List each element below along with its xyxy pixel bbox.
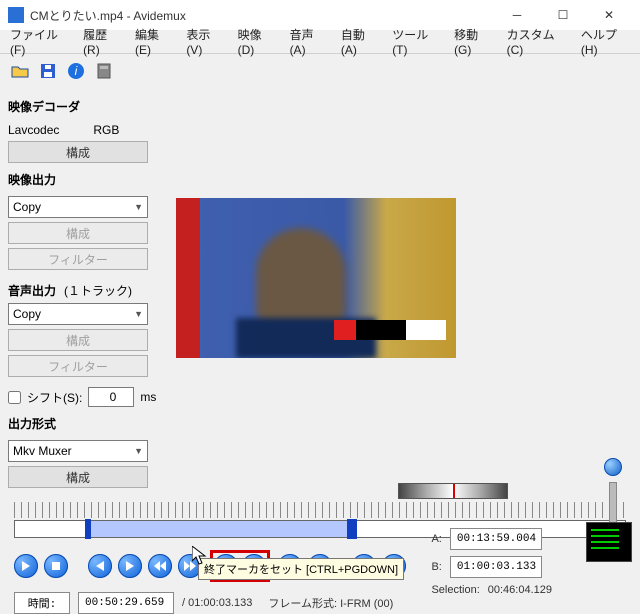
audio-config-button: 構成 [8, 329, 148, 351]
app-icon [8, 7, 24, 23]
video-filter-button: フィルター [8, 248, 148, 270]
marker-b[interactable] [347, 519, 357, 539]
menu-file[interactable]: ファイル(F) [4, 23, 75, 60]
stop-button[interactable] [44, 554, 68, 578]
menu-video[interactable]: 映像(D) [232, 23, 282, 60]
jog-bar[interactable] [398, 483, 508, 499]
audio-level-meter [586, 522, 632, 562]
shift-value[interactable] [88, 387, 134, 407]
left-panel: 映像デコーダ Lavcodec RGB 構成 映像出力 Copy 構成 フィルタ… [8, 94, 168, 488]
video-preview [176, 198, 456, 358]
menu-help[interactable]: ヘルプ(H) [575, 23, 636, 60]
menu-auto[interactable]: 自動(A) [335, 23, 384, 60]
info-icon[interactable]: i [66, 61, 86, 81]
menu-recent[interactable]: 履歴(R) [77, 23, 127, 60]
selection-value: 00:46:04.129 [488, 584, 552, 596]
format-combo[interactable]: Mkv Muxer [8, 440, 148, 462]
preview-pane [176, 94, 632, 488]
timeline-ruler[interactable] [14, 502, 626, 518]
menu-custom[interactable]: カスタム(C) [501, 23, 573, 60]
time-total: / 01:00:03.133 [182, 597, 252, 609]
prev-frame-button[interactable] [88, 554, 112, 578]
decoder-config-button[interactable]: 構成 [8, 141, 148, 163]
menu-go[interactable]: 移動(G) [448, 23, 499, 60]
save-icon[interactable] [38, 61, 58, 81]
calc-icon[interactable] [94, 61, 114, 81]
menu-view[interactable]: 表示(V) [180, 23, 229, 60]
shift-label: シフト(S): [27, 389, 82, 406]
prev-keyframe-button[interactable] [148, 554, 172, 578]
marker-b-value: 01:00:03.133 [450, 556, 542, 578]
audio-codec-combo[interactable]: Copy [8, 303, 148, 325]
frame-type: フレーム形式: I-FRM (00) [268, 595, 393, 611]
decoder-codec: Lavcodec [8, 123, 59, 137]
video-codec-combo[interactable]: Copy [8, 196, 148, 218]
window-title: CMとりたい.mp4 - Avidemux [30, 7, 494, 24]
volume-knob[interactable] [604, 458, 622, 476]
decoder-colorspace: RGB [93, 123, 119, 137]
next-frame-button[interactable] [118, 554, 142, 578]
decoder-title: 映像デコーダ [8, 98, 168, 115]
time-label: 時間: [14, 592, 70, 614]
format-title: 出力形式 [8, 415, 168, 432]
video-config-button: 構成 [8, 222, 148, 244]
videoout-title: 映像出力 [8, 171, 168, 188]
marker-a-label: A: [431, 533, 441, 545]
menu-tools[interactable]: ツール(T) [386, 23, 446, 60]
menu-audio[interactable]: 音声(A) [284, 23, 333, 60]
shift-checkbox[interactable] [8, 391, 21, 404]
open-icon[interactable] [10, 61, 30, 81]
format-config-button[interactable]: 構成 [8, 466, 148, 488]
audio-filter-button: フィルター [8, 355, 148, 377]
menubar: ファイル(F) 履歴(R) 編集(E) 表示(V) 映像(D) 音声(A) 自動… [0, 30, 640, 54]
audio-tracks: (１トラック) [64, 282, 132, 299]
marker-b-label: B: [431, 561, 441, 573]
selection-label: Selection: [431, 584, 479, 596]
marker-a[interactable] [85, 519, 91, 539]
play-button[interactable] [14, 554, 38, 578]
audioout-title: 音声出力 [8, 282, 56, 299]
menu-edit[interactable]: 編集(E) [129, 23, 178, 60]
tooltip: 終了マーカをセット [CTRL+PGDOWN] [198, 558, 404, 580]
marker-a-value: 00:13:59.004 [450, 528, 542, 550]
shift-unit: ms [140, 390, 156, 404]
time-current[interactable]: 00:50:29.659 [78, 592, 174, 614]
cursor-icon [192, 546, 208, 566]
svg-text:i: i [75, 64, 78, 78]
